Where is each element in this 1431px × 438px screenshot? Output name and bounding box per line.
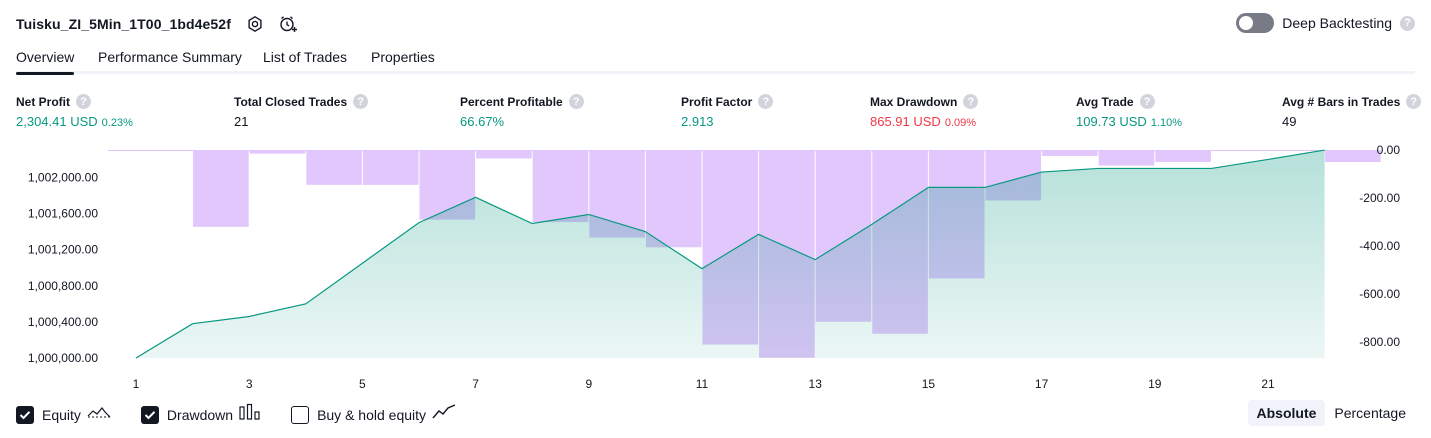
x-tick-label: 21 <box>1261 377 1275 390</box>
legend-label: Drawdown <box>166 406 234 423</box>
tab-properties[interactable]: Properties <box>371 49 435 65</box>
x-tick-label: 19 <box>1148 377 1162 390</box>
buy-hold-checkbox[interactable] <box>291 405 310 424</box>
deep-backtesting-control: Deep Backtesting ? <box>1236 13 1415 33</box>
y-right-tick-label: -200.00 <box>1359 191 1400 205</box>
help-icon[interactable]: ? <box>1400 15 1415 31</box>
info-icon[interactable]: ? <box>1139 94 1155 109</box>
x-tick-label: 15 <box>922 377 936 390</box>
legend-label: Equity <box>42 406 81 423</box>
drawdown-bar <box>1325 150 1381 163</box>
percentage-button[interactable]: Percentage <box>1325 400 1415 426</box>
stat-value: 2.913 <box>681 114 714 129</box>
info-icon[interactable]: ? <box>353 94 369 109</box>
stat-max-drawdown: Max Drawdown? 865.91 USD 0.09% <box>870 94 979 129</box>
x-tick-label: 11 <box>696 377 709 390</box>
stat-value: 2,304.41 USD <box>16 114 98 129</box>
stat-label: Total Closed Trades <box>234 94 348 109</box>
drawdown-bar <box>1042 150 1098 157</box>
y-left-tick-label: 1,001,200.00 <box>28 243 98 257</box>
tab-overview[interactable]: Overview <box>16 49 75 75</box>
y-right-tick-label: 0.00 <box>1377 143 1401 157</box>
stat-net-profit: Net Profit? 2,304.41 USD 0.23% <box>16 94 133 129</box>
drawdown-bar <box>306 150 362 185</box>
stat-avg-bars-in-trades: Avg # Bars in Trades? 49 <box>1282 94 1422 129</box>
settings-gear-icon[interactable] <box>243 12 267 36</box>
drawdown-bar <box>645 150 702 248</box>
toggle-knob <box>1239 16 1254 30</box>
stat-value: 49 <box>1282 114 1297 129</box>
equity-line-icon <box>87 403 111 426</box>
x-tick-label: 7 <box>472 377 479 390</box>
drawdown-bar <box>476 150 532 159</box>
absolute-button[interactable]: Absolute <box>1247 400 1326 426</box>
drawdown-bar <box>532 150 589 223</box>
x-tick-label: 17 <box>1035 377 1049 390</box>
stat-total-closed-trades: Total Closed Trades? 21 <box>234 94 369 129</box>
equity-checkbox[interactable] <box>16 405 34 424</box>
y-left-tick-label: 1,000,400.00 <box>28 315 98 329</box>
stat-label: Profit Factor <box>681 94 753 109</box>
stat-percent: 0.23% <box>101 117 133 129</box>
strategy-name[interactable]: Tuisku_ZI_5Min_1T00_1bd4e52f <box>16 16 231 32</box>
info-icon[interactable]: ? <box>963 94 979 109</box>
stat-profit-factor: Profit Factor? 2.913 <box>681 94 774 129</box>
deep-backtesting-label: Deep Backtesting <box>1282 15 1392 31</box>
stat-percent-profitable: Percent Profitable? 66.67% <box>460 94 584 129</box>
add-alert-clock-icon[interactable] <box>276 12 300 36</box>
y-left-tick-label: 1,000,800.00 <box>28 279 98 293</box>
stat-value: 109.73 USD <box>1076 114 1147 129</box>
legend-buy-hold-equity[interactable]: Buy & hold equity <box>291 403 456 426</box>
y-axis-right: 0.00 -200.00 -400.00 -600.00 -800.00 <box>1359 143 1400 349</box>
info-icon[interactable]: ? <box>76 94 91 109</box>
legend-drawdown[interactable]: Drawdown <box>140 403 261 426</box>
x-tick-label: 9 <box>585 377 592 390</box>
x-tick-label: 13 <box>809 377 823 390</box>
stat-value: 865.91 USD <box>870 114 941 129</box>
drawdown-bars-icon <box>239 403 261 426</box>
y-right-tick-label: -600.00 <box>1359 287 1400 301</box>
stat-percent: 0.09% <box>944 117 977 129</box>
x-axis: 1 3 5 7 9 11 13 15 17 19 21 <box>133 377 1275 390</box>
x-tick-label: 3 <box>246 377 253 390</box>
stat-label: Max Drawdown <box>870 94 958 109</box>
drawdown-bar <box>249 150 306 154</box>
y-right-tick-label: -400.00 <box>1359 239 1400 253</box>
tab-performance-summary[interactable]: Performance Summary <box>98 49 242 65</box>
x-tick-label: 5 <box>359 377 366 390</box>
report-tabs: Overview Performance Summary List of Tra… <box>16 46 1415 75</box>
y-left-tick-label: 1,001,600.00 <box>28 207 98 221</box>
equity-drawdown-chart[interactable]: 1,000,000.00 1,000,400.00 1,000,800.00 1,00… <box>0 140 1431 390</box>
y-axis-left: 1,000,000.00 1,000,400.00 1,000,800.00 1,00… <box>28 170 98 365</box>
y-left-tick-label: 1,000,000.00 <box>28 351 98 365</box>
info-icon[interactable]: ? <box>1406 94 1422 109</box>
info-icon[interactable]: ? <box>568 94 584 109</box>
value-mode-switch: Absolute Percentage <box>1247 400 1416 426</box>
tab-list-of-trades[interactable]: List of Trades <box>263 49 347 65</box>
stat-label: Avg Trade <box>1076 94 1134 109</box>
strategy-header: Tuisku_ZI_5Min_1T00_1bd4e52f Deep Backte… <box>0 0 1431 46</box>
info-icon[interactable]: ? <box>758 94 774 109</box>
legend-equity[interactable]: Equity <box>16 403 111 426</box>
y-right-tick-label: -800.00 <box>1359 335 1400 349</box>
legend-label: Buy & hold equity <box>317 406 427 423</box>
drawdown-bar <box>1155 150 1211 163</box>
stat-avg-trade: Avg Trade? 109.73 USD 1.10% <box>1076 94 1182 129</box>
stat-value: 21 <box>234 114 249 129</box>
stat-label: Net Profit <box>16 94 70 109</box>
deep-backtesting-toggle[interactable] <box>1236 13 1275 33</box>
drawdown-bar <box>362 150 419 185</box>
chart-legend: Equity Drawdown Buy & hold equity <box>16 403 486 426</box>
drawdown-bar <box>1098 150 1155 166</box>
drawdown-bar <box>193 150 249 227</box>
stat-label: Avg # Bars in Trades <box>1282 94 1401 109</box>
stat-value: 66.67% <box>460 114 505 129</box>
stat-label: Percent Profitable <box>460 94 563 109</box>
stat-percent: 1.10% <box>1150 117 1183 129</box>
y-left-tick-label: 1,002,000.00 <box>28 170 98 184</box>
buy-hold-line-icon <box>432 403 456 426</box>
drawdown-checkbox[interactable] <box>140 405 159 424</box>
x-tick-label: 1 <box>133 377 140 390</box>
